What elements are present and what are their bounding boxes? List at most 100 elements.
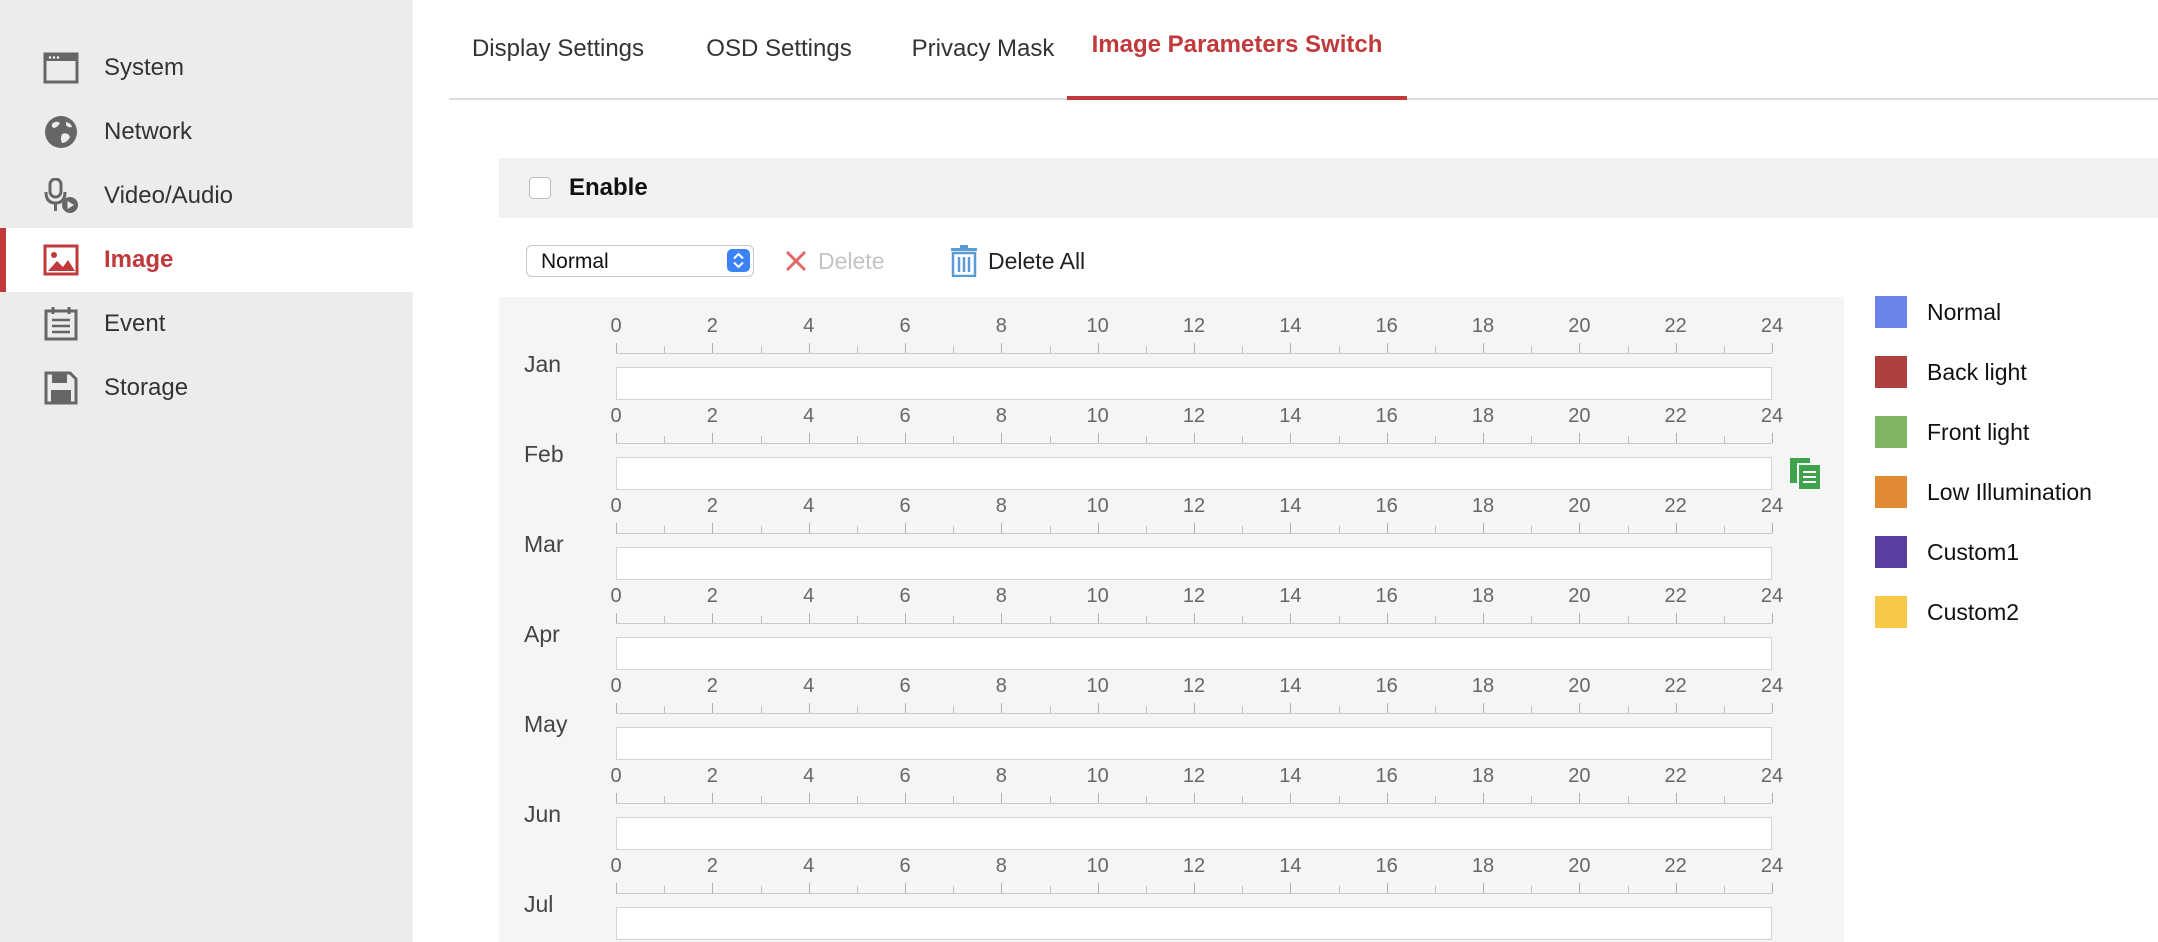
- image-icon: [43, 244, 79, 276]
- hour-ruler: 0 2 4 6 8 10 12 14 16 18 20 22 24: [610, 495, 1783, 543]
- legend-item: Custom1: [1875, 536, 2019, 568]
- legend-label: Front light: [1927, 418, 2030, 445]
- hour-label: 20: [1568, 675, 1591, 697]
- hour-ruler: 0 2 4 6 8 10 12 14 16 18 20 22 24: [610, 585, 1783, 633]
- tab-privacy-mask[interactable]: Privacy Mask: [889, 0, 1077, 98]
- sidebar-item-label: Video/Audio: [104, 182, 233, 209]
- hour-label: 14: [1279, 495, 1302, 517]
- hour-label: 18: [1471, 585, 1495, 607]
- sidebar-item-image[interactable]: Image: [0, 228, 413, 292]
- close-icon: [785, 250, 807, 272]
- hour-label: 2: [706, 855, 718, 877]
- hour-label: 18: [1471, 855, 1495, 877]
- hour-label: 22: [1664, 495, 1687, 517]
- hour-label: 16: [1375, 675, 1398, 697]
- hour-label: 22: [1664, 675, 1687, 697]
- hour-label: 8: [995, 675, 1007, 697]
- hour-label: 24: [1760, 315, 1784, 337]
- hour-label: 14: [1279, 315, 1302, 337]
- legend-label: Custom2: [1927, 598, 2020, 625]
- hour-label: 12: [1182, 315, 1206, 337]
- hour-label: 10: [1086, 315, 1109, 337]
- hour-label: 0: [610, 315, 622, 337]
- hour-label: 16: [1375, 495, 1398, 517]
- tab-osd-settings[interactable]: OSD Settings: [687, 0, 871, 98]
- hour-label: 12: [1182, 765, 1206, 787]
- hour-ruler: 0 2 4 6 8 10 12 14 16 18 20 22 24: [610, 765, 1783, 813]
- legend-label: Normal: [1927, 298, 2002, 325]
- enable-checkbox[interactable]: [529, 177, 551, 199]
- hour-label: 0: [610, 855, 622, 877]
- tab-label: Display Settings: [471, 35, 645, 62]
- legend-swatch: [1875, 476, 1907, 508]
- legend-swatch: [1875, 416, 1907, 448]
- hour-label: 22: [1664, 405, 1687, 427]
- hour-label: 8: [995, 855, 1007, 877]
- month-row: Jun 0 2 4 6 8 10 12 14 16 18 20 22 24: [499, 747, 1844, 850]
- hour-label: 14: [1279, 585, 1302, 607]
- delete-all-button[interactable]: Delete All: [950, 243, 1085, 279]
- hour-label: 20: [1568, 315, 1591, 337]
- legend-item: Front light: [1875, 416, 2029, 448]
- hour-label: 6: [899, 585, 911, 607]
- hour-label: 24: [1760, 405, 1784, 427]
- sidebar-item-video-audio[interactable]: Video/Audio: [0, 164, 413, 228]
- hour-label: 22: [1664, 585, 1687, 607]
- tab-label: Privacy Mask: [911, 35, 1055, 62]
- chevron-up-down-icon: [727, 249, 750, 272]
- hour-label: 8: [995, 585, 1007, 607]
- month-row: Mar 0 2 4 6 8 10 12 14 16 18 20 22 24: [499, 477, 1844, 580]
- legend-label: Custom1: [1927, 538, 2020, 565]
- month-row: May 0 2 4 6 8 10 12 14 16 18 20 22 24: [499, 657, 1844, 760]
- month-timeline-bar[interactable]: [616, 907, 1772, 940]
- tab-display-settings[interactable]: Display Settings: [449, 0, 667, 98]
- month-schedule-panel: Jan 0 2 4 6 8 10 12 14 16 18 20 22 24 Feb 0 2 4 6 8 10 12 14 16…: [499, 297, 1844, 942]
- hour-label: 4: [803, 675, 815, 697]
- sidebar-item-storage[interactable]: Storage: [0, 356, 413, 420]
- hour-label: 2: [706, 405, 718, 427]
- hour-label: 22: [1664, 765, 1687, 787]
- hour-label: 20: [1568, 405, 1591, 427]
- calendar-icon: [44, 307, 78, 341]
- tab-label: OSD Settings: [706, 35, 852, 62]
- hour-label: 14: [1279, 765, 1302, 787]
- hour-label: 4: [803, 855, 815, 877]
- hour-label: 6: [899, 495, 911, 517]
- hour-label: 16: [1375, 405, 1398, 427]
- legend-label: Back light: [1927, 358, 2027, 385]
- hour-label: 0: [610, 495, 622, 517]
- hour-label: 14: [1279, 675, 1302, 697]
- sidebar-item-network[interactable]: Network: [0, 100, 413, 164]
- hour-label: 6: [899, 675, 911, 697]
- hour-label: 4: [803, 315, 815, 337]
- tab-image-parameters-switch[interactable]: Image Parameters Switch: [1067, 0, 1407, 100]
- hour-label: 4: [803, 585, 815, 607]
- hour-label: 4: [803, 495, 815, 517]
- microphone-icon: [44, 178, 78, 213]
- hour-label: 24: [1760, 495, 1784, 517]
- hour-label: 22: [1664, 855, 1687, 877]
- hour-label: 2: [706, 765, 718, 787]
- enable-bar: Enable: [499, 158, 2158, 218]
- sidebar-item-event[interactable]: Event: [0, 292, 413, 356]
- month-label: Jul: [524, 891, 554, 917]
- floppy-disk-icon: [44, 371, 78, 405]
- active-tab-indicator: [1067, 96, 1407, 100]
- hour-label: 18: [1471, 315, 1495, 337]
- hour-label: 14: [1279, 405, 1302, 427]
- delete-button[interactable]: Delete: [784, 245, 884, 277]
- hour-label: 8: [995, 495, 1007, 517]
- hour-label: 24: [1760, 675, 1784, 697]
- hour-label: 4: [803, 405, 815, 427]
- month-label: Feb: [524, 441, 564, 467]
- hour-ruler: 0 2 4 6 8 10 12 14 16 18 20 22 24: [610, 315, 1783, 363]
- hour-label: 18: [1471, 675, 1495, 697]
- tab-label: Image Parameters Switch: [1091, 31, 1383, 58]
- sidebar-item-system[interactable]: System: [0, 36, 413, 100]
- mode-select[interactable]: Normal: [526, 245, 754, 277]
- tab-bar: Display Settings OSD Settings Privacy Ma…: [449, 0, 2158, 100]
- legend-swatch: [1875, 596, 1907, 628]
- legend-item: Low Illumination: [1875, 476, 2092, 508]
- sidebar-item-label: Image: [104, 246, 174, 273]
- hour-label: 16: [1375, 585, 1398, 607]
